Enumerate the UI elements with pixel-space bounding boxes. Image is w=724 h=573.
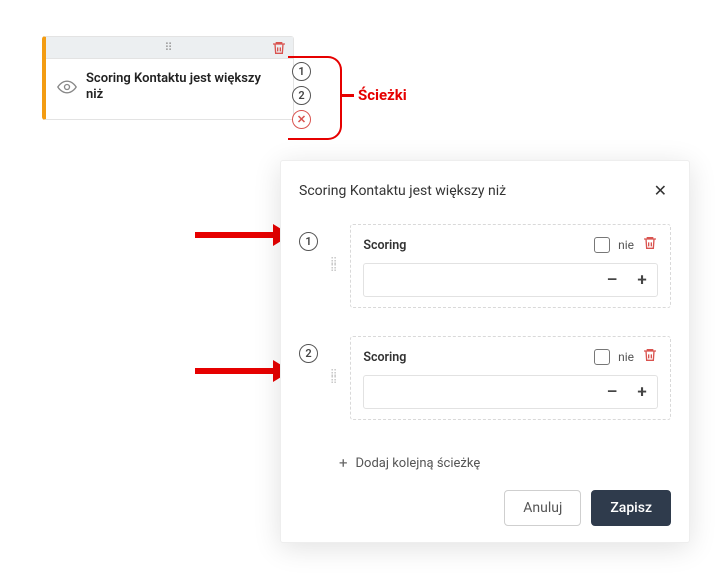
annotation-arrow-1: [195, 232, 290, 238]
annotation-paths-label: Ścieżki: [358, 86, 407, 104]
close-icon: ✕: [654, 181, 667, 200]
number-input-group: – +: [363, 263, 658, 297]
card-title: Scoring Kontaktu jest większy niż: [86, 71, 281, 104]
path-index-badge: 2: [299, 344, 318, 363]
workflow-node-card[interactable]: ⠿ Scoring Kontaktu jest większy niż: [42, 36, 294, 120]
outlet-1[interactable]: 1: [292, 62, 311, 81]
path-condition-box: Scoring nie – +: [350, 336, 671, 420]
delete-path-button[interactable]: [642, 235, 658, 255]
path-index-badge: 1: [299, 232, 318, 251]
trash-icon: [271, 40, 287, 56]
panel-title: Scoring Kontaktu jest większy niż: [299, 183, 506, 199]
trash-icon: [642, 347, 658, 363]
path-row: 2 ⠿⠿ Scoring nie – +: [299, 336, 671, 420]
eye-icon: [56, 76, 78, 98]
negate-checkbox[interactable]: [594, 349, 610, 365]
field-label: Scoring: [363, 350, 586, 365]
cancel-button-label: Anuluj: [523, 500, 562, 516]
drag-handle-icon[interactable]: ⠿⠿: [330, 371, 338, 385]
field-label: Scoring: [363, 238, 586, 253]
card-body: Scoring Kontaktu jest większy niż: [46, 59, 293, 119]
annotation-arrow-2: [195, 368, 290, 374]
panel-header: Scoring Kontaktu jest większy niż ✕: [299, 179, 671, 202]
outlet-2[interactable]: 2: [292, 86, 311, 105]
drag-handle-icon[interactable]: ⠿: [164, 42, 174, 53]
negate-label: nie: [618, 238, 634, 252]
plus-icon: +: [339, 454, 348, 472]
path-condition-header: Scoring nie: [363, 235, 658, 255]
close-button[interactable]: ✕: [650, 179, 671, 202]
number-input-group: – +: [363, 375, 658, 409]
trash-icon: [642, 235, 658, 251]
panel-footer: Anuluj Zapisz: [299, 486, 671, 526]
delete-path-button[interactable]: [642, 347, 658, 367]
condition-editor-panel: Scoring Kontaktu jest większy niż ✕ 1 ⠿⠿…: [280, 160, 690, 543]
path-condition-header: Scoring nie: [363, 347, 658, 367]
save-button[interactable]: Zapisz: [591, 490, 671, 526]
path-row: 1 ⠿⠿ Scoring nie – +: [299, 224, 671, 308]
drag-handle-icon[interactable]: ⠿⠿: [330, 259, 338, 273]
negate-checkbox[interactable]: [594, 237, 610, 253]
increment-button[interactable]: +: [627, 264, 657, 296]
card-header[interactable]: ⠿: [46, 37, 293, 59]
annotation-bracket-stub: [340, 94, 354, 97]
delete-card-button[interactable]: [271, 40, 287, 60]
scoring-value-input[interactable]: [364, 376, 597, 408]
save-button-label: Zapisz: [610, 500, 652, 516]
scoring-value-input[interactable]: [364, 264, 597, 296]
decrement-button[interactable]: –: [597, 376, 627, 408]
outlet-else[interactable]: ✕: [292, 110, 311, 129]
increment-button[interactable]: +: [627, 376, 657, 408]
add-path-button[interactable]: + Dodaj kolejną ścieżkę: [299, 448, 671, 486]
cancel-button[interactable]: Anuluj: [504, 490, 581, 526]
add-path-label: Dodaj kolejną ścieżkę: [356, 456, 481, 471]
path-condition-box: Scoring nie – +: [350, 224, 671, 308]
card-outlets: 1 2 ✕: [292, 62, 311, 129]
negate-label: nie: [618, 350, 634, 364]
decrement-button[interactable]: –: [597, 264, 627, 296]
